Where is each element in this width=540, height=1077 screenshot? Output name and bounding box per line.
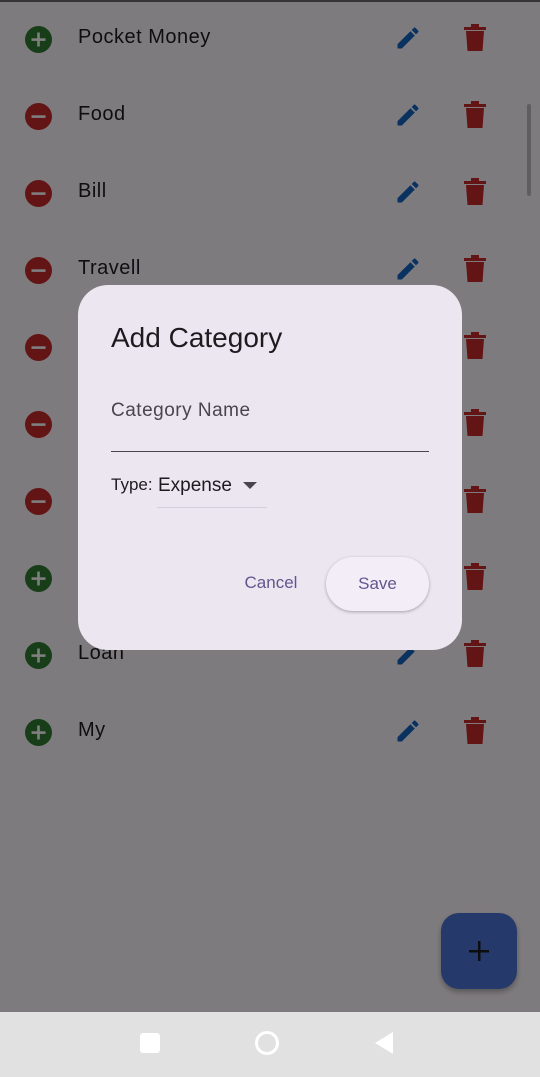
back-icon[interactable] [374,1031,394,1055]
category-name-input[interactable] [111,391,429,431]
cancel-button[interactable]: Cancel [235,559,307,607]
type-label: Type: [111,475,153,494]
dialog-title: Add Category [111,322,283,353]
recent-apps-icon[interactable] [140,1033,160,1053]
type-dropdown-value: Expense [158,475,232,496]
add-category-dialog: Add Category Type: Expense Cancel Save [78,285,462,650]
home-icon[interactable] [254,1030,280,1056]
type-dropdown[interactable]: Expense [157,471,267,508]
dropdown-arrow-icon [243,482,257,489]
category-name-field [111,391,429,452]
system-nav-bar [0,1012,540,1077]
save-button[interactable]: Save [326,557,429,611]
